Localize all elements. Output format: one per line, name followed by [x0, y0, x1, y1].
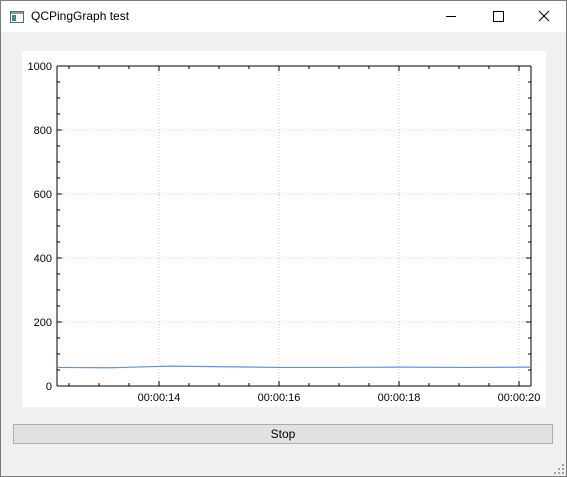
- x-tick-label: 00:00:16: [258, 392, 301, 404]
- y-tick-label: 200: [34, 317, 52, 329]
- size-grip-icon[interactable]: [554, 464, 565, 475]
- ping-series-line: [56, 365, 532, 369]
- close-icon: [538, 10, 550, 22]
- stop-button[interactable]: Stop: [13, 424, 553, 444]
- y-tick-label: 0: [46, 381, 52, 393]
- close-button[interactable]: [521, 1, 567, 32]
- app-window-icon: [9, 9, 25, 25]
- maximize-icon: [493, 11, 504, 22]
- ping-graph-plot[interactable]: 0 200 400 600 800 1000 00:00:14 00:00:16 00:00:1…: [22, 51, 546, 407]
- maximize-button[interactable]: [475, 1, 521, 32]
- window-title: QCPingGraph test: [31, 9, 130, 23]
- x-tick-label: 00:00:18: [378, 392, 421, 404]
- x-tick-label: 00:00:14: [138, 392, 181, 404]
- y-tick-label: 1000: [28, 61, 52, 73]
- minimize-button[interactable]: [428, 1, 474, 32]
- x-tick-label: 00:00:20: [498, 392, 541, 404]
- minimize-icon: [446, 16, 456, 17]
- y-tick-label: 600: [34, 189, 52, 201]
- title-bar[interactable]: QCPingGraph test: [1, 1, 566, 32]
- app-window: QCPingGraph test 0 200 400 600 800 1000 00:00:…: [0, 0, 567, 477]
- y-tick-label: 400: [34, 253, 52, 265]
- ping-graph-chart: 0 200 400 600 800 1000 00:00:14 00:00:16 00:00:1…: [28, 61, 541, 404]
- y-tick-label: 800: [34, 125, 52, 137]
